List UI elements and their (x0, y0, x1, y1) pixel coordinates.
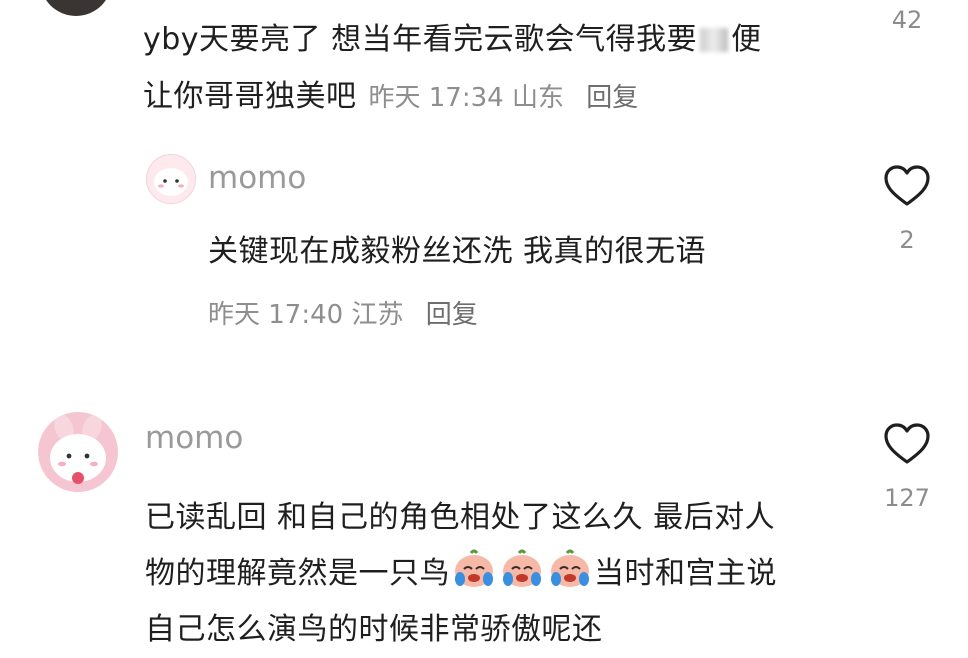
crying-face-emoji (547, 549, 593, 589)
comment-2-username[interactable]: momo (145, 420, 243, 456)
reply-1-text: 关键现在成毅粉丝还洗 我真的很无语 (208, 234, 707, 269)
comment-1-line-1: yby天要亮了 想当年看完云歌会气得我要便 (143, 22, 762, 57)
comment-2-like-count: 127 (884, 484, 930, 512)
heart-outline-icon (884, 165, 930, 206)
comment-2-avatar[interactable] (38, 412, 118, 492)
comment-2-like-button[interactable] (883, 422, 931, 470)
avatar-image (154, 168, 188, 196)
comment-2-line-2: 物的理解竟然是一只鸟 当时和宫主说 (145, 546, 865, 602)
reply-1-username[interactable]: momo (208, 160, 306, 196)
reply-1-like-count: 2 (899, 226, 915, 254)
avatar-partial[interactable] (40, 0, 112, 16)
reply-1-meta: 昨天 17:40 江苏 回复 (208, 294, 478, 331)
comment-1-time: 昨天 17:34 (368, 83, 504, 113)
reply-1-location: 江苏 (351, 300, 404, 330)
reply-1-like-button[interactable] (883, 164, 931, 212)
crying-face-emoji (499, 549, 545, 589)
comment-1-line-2-row: 让你哥哥独美吧 昨天 17:34 山东 回复 (143, 69, 638, 125)
comment-1-meta: 昨天 17:34 山东 回复 (369, 77, 639, 114)
blurred-text (700, 28, 729, 52)
crying-face-emoji (451, 549, 497, 589)
comment-1-line-2: 让你哥哥独美吧 (143, 79, 357, 114)
reply-1-avatar[interactable] (146, 154, 196, 204)
comment-1-text: yby天要亮了 想当年看完云歌会气得我要便 (143, 12, 843, 68)
comment-1-location: 山东 (511, 83, 564, 113)
comment-2-line-1: 已读乱回 和自己的角色相处了这么久 最后对人 (145, 500, 776, 535)
comment-2-line-3: 自己怎么演鸟的时候非常骄傲呢还 (145, 612, 603, 647)
reply-1-reply-button[interactable]: 回复 (426, 300, 478, 330)
reply-1-time: 昨天 17:40 (208, 300, 344, 330)
comment-1-reply-button[interactable]: 回复 (586, 83, 638, 113)
comment-1-like-count: 42 (891, 6, 923, 34)
heart-outline-icon (884, 423, 930, 464)
comment-2-text: 已读乱回 和自己的角色相处了这么久 最后对人 物的理解竟然是一只鸟 当时和宫主说… (145, 490, 865, 658)
avatar-image (50, 414, 106, 484)
